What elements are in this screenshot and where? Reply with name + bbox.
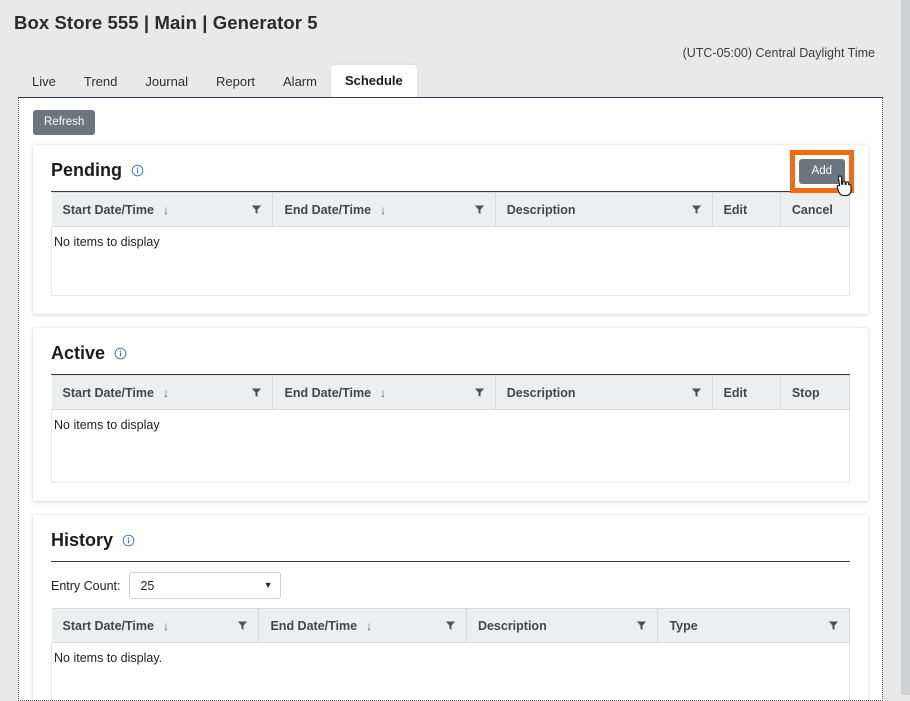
content-frame: Refresh Pending Add xyxy=(18,97,883,701)
history-card: History Entry Count: 25 ▼ xyxy=(33,515,868,701)
column-label: Start Date/Time xyxy=(63,619,154,633)
column-label: Cancel xyxy=(792,203,833,217)
history-col-end-date[interactable]: End Date/Time ↓ xyxy=(259,609,466,643)
active-col-stop[interactable]: Stop xyxy=(780,376,849,410)
active-body: Start Date/Time ↓ End Date/Time xyxy=(33,375,868,501)
entry-count-label: Entry Count: xyxy=(51,579,120,593)
active-empty-row: No items to display xyxy=(52,410,850,483)
pending-col-start-date[interactable]: Start Date/Time ↓ xyxy=(52,193,273,227)
pending-body: Start Date/Time ↓ End Date/Time xyxy=(33,192,868,314)
pending-table: Start Date/Time ↓ End Date/Time xyxy=(51,192,850,296)
active-col-description[interactable]: Description xyxy=(495,376,712,410)
history-col-description[interactable]: Description xyxy=(466,609,658,643)
info-circle-icon[interactable] xyxy=(131,164,144,177)
timezone-row: (UTC-05:00) Central Daylight Time xyxy=(14,44,887,62)
history-header-row: Start Date/Time ↓ End Date/Time xyxy=(52,609,850,643)
filter-funnel-icon[interactable] xyxy=(474,387,485,398)
chevron-down-icon[interactable]: ▼ xyxy=(264,581,273,590)
pending-col-edit[interactable]: Edit xyxy=(712,193,780,227)
history-col-type[interactable]: Type xyxy=(658,609,850,643)
entry-count-row: Entry Count: 25 ▼ xyxy=(51,562,850,608)
active-title: Active xyxy=(51,342,105,364)
active-card: Active xyxy=(33,328,868,501)
info-circle-icon[interactable] xyxy=(114,347,127,360)
app-header: Box Store 555 | Main | Generator 5 (UTC-… xyxy=(0,0,901,62)
sort-desc-icon[interactable]: ↓ xyxy=(380,388,386,398)
sort-desc-icon[interactable]: ↓ xyxy=(163,388,169,398)
pending-card-header: Pending Add xyxy=(33,145,868,191)
column-label: Type xyxy=(669,619,697,633)
sort-desc-icon[interactable]: ↓ xyxy=(380,205,386,215)
active-header-row: Start Date/Time ↓ End Date/Time xyxy=(52,376,850,410)
sort-desc-icon[interactable]: ↓ xyxy=(366,621,372,631)
pending-col-end-date[interactable]: End Date/Time ↓ xyxy=(273,193,495,227)
active-empty-cell: No items to display xyxy=(52,410,850,483)
sort-desc-icon[interactable]: ↓ xyxy=(163,621,169,631)
tab-bar: Live Trend Journal Report Alarm Schedule xyxy=(0,68,901,97)
filter-funnel-icon[interactable] xyxy=(237,620,248,631)
empty-message: No items to display. xyxy=(53,651,849,665)
tab-report[interactable]: Report xyxy=(202,68,269,97)
column-label: End Date/Time xyxy=(284,386,371,400)
filter-funnel-icon[interactable] xyxy=(251,387,262,398)
column-label: End Date/Time xyxy=(270,619,357,633)
filter-funnel-icon[interactable] xyxy=(691,387,702,398)
add-button-highlight-wrap: Add xyxy=(790,150,854,193)
active-col-end-date[interactable]: End Date/Time ↓ xyxy=(273,376,495,410)
pending-empty-cell: No items to display xyxy=(52,227,850,296)
active-card-header: Active xyxy=(33,328,868,374)
column-label: Start Date/Time xyxy=(63,386,154,400)
pending-col-cancel[interactable]: Cancel xyxy=(780,193,849,227)
column-label: Stop xyxy=(792,386,820,400)
tab-schedule[interactable]: Schedule xyxy=(331,65,417,97)
history-col-start-date[interactable]: Start Date/Time ↓ xyxy=(52,609,259,643)
pending-title: Pending xyxy=(51,159,122,181)
active-table: Start Date/Time ↓ End Date/Time xyxy=(51,375,850,483)
refresh-button[interactable]: Refresh xyxy=(33,110,95,135)
active-col-start-date[interactable]: Start Date/Time ↓ xyxy=(52,376,273,410)
page-title: Box Store 555 | Main | Generator 5 xyxy=(14,12,887,34)
timezone-label: (UTC-05:00) Central Daylight Time xyxy=(683,46,875,60)
column-label: Edit xyxy=(724,203,748,217)
empty-message: No items to display xyxy=(53,235,849,249)
sort-desc-icon[interactable]: ↓ xyxy=(163,205,169,215)
history-card-header: History xyxy=(33,515,868,561)
pending-col-description[interactable]: Description xyxy=(495,193,712,227)
pending-card: Pending Add xyxy=(33,145,868,314)
pending-empty-row: No items to display xyxy=(52,227,850,296)
info-circle-icon[interactable] xyxy=(122,534,135,547)
filter-funnel-icon[interactable] xyxy=(828,620,839,631)
filter-funnel-icon[interactable] xyxy=(445,620,456,631)
active-col-edit[interactable]: Edit xyxy=(712,376,780,410)
column-label: Description xyxy=(478,619,547,633)
column-label: Edit xyxy=(724,386,748,400)
history-empty-cell: No items to display. xyxy=(52,643,850,701)
column-label: End Date/Time xyxy=(284,203,371,217)
history-title: History xyxy=(51,529,113,551)
filter-funnel-icon[interactable] xyxy=(251,204,262,215)
entry-count-select[interactable]: 25 ▼ xyxy=(129,572,281,599)
column-label: Description xyxy=(507,203,576,217)
tab-trend[interactable]: Trend xyxy=(70,68,131,97)
app-window: Box Store 555 | Main | Generator 5 (UTC-… xyxy=(0,0,910,695)
column-label: Description xyxy=(507,386,576,400)
history-empty-row: No items to display. xyxy=(52,643,850,701)
history-body: Entry Count: 25 ▼ Start Da xyxy=(33,562,868,701)
tab-journal[interactable]: Journal xyxy=(131,68,202,97)
entry-count-value: 25 xyxy=(140,579,154,593)
pending-header-row: Start Date/Time ↓ End Date/Time xyxy=(52,193,850,227)
history-table: Start Date/Time ↓ End Date/Time xyxy=(51,608,850,701)
highlight-box: Add xyxy=(790,150,854,193)
add-button[interactable]: Add xyxy=(799,159,845,184)
column-label: Start Date/Time xyxy=(63,203,154,217)
filter-funnel-icon[interactable] xyxy=(691,204,702,215)
empty-message: No items to display xyxy=(53,418,849,432)
toolbar: Refresh xyxy=(19,98,882,145)
filter-funnel-icon[interactable] xyxy=(474,204,485,215)
filter-funnel-icon[interactable] xyxy=(636,620,647,631)
tab-alarm[interactable]: Alarm xyxy=(269,68,331,97)
tab-live[interactable]: Live xyxy=(18,68,70,97)
